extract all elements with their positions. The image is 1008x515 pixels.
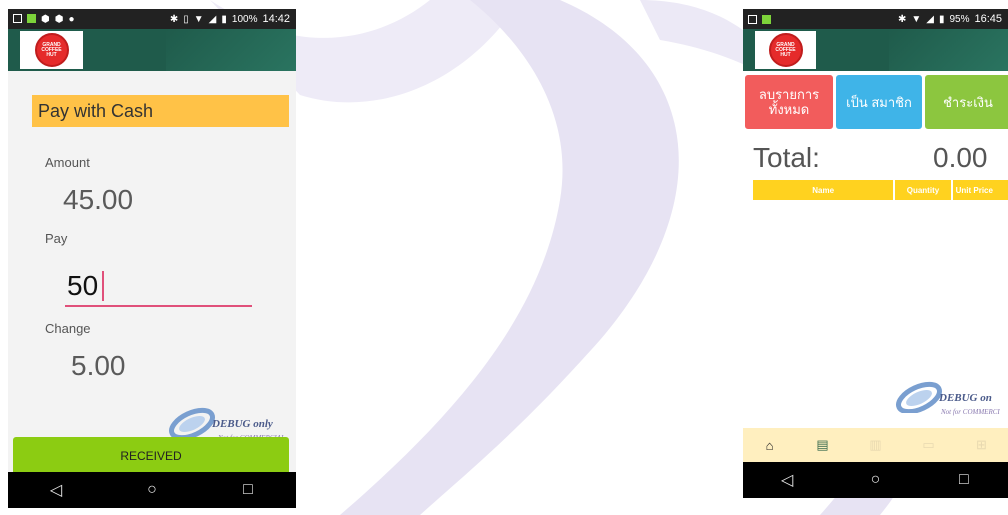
pay-input[interactable] [65,267,252,307]
status-time: 14:42 [262,13,290,25]
column-unit-price: Unit Price [952,180,1008,200]
back-icon[interactable]: ◁ [36,480,76,500]
change-label: Change [45,321,91,336]
wifi-icon: ▼ [911,13,922,25]
coffee-logo-icon: GRAND COFFEE HUT [34,33,69,67]
bluetooth-icon: ✱ [169,13,179,25]
vibrate-icon: ▯ [183,13,189,25]
shield-icon: ⬢ [41,13,50,25]
recents-icon[interactable]: □ [944,471,984,489]
status-bar: ⬢ ⬢ ● ✱ ▯ ▼ ◢ ▮ 100% 14:42 [8,9,296,29]
reports-tab-icon[interactable]: ▥ [859,437,893,453]
debug-watermark: DEBUG on Not for COMMERCI [895,381,1000,418]
recents-icon[interactable]: □ [228,481,268,499]
column-name: Name [753,180,894,200]
status-time: 16:45 [974,13,1002,25]
bottom-tab-bar: ⌂ ▤ ▥ ▭ ⊞ [743,428,1008,462]
pay-label: Pay [45,231,68,246]
location-icon: ● [68,13,75,25]
wifi-icon: ▼ [193,13,204,25]
coffee-logo-icon: GRAND COFFEE HUT [768,33,803,67]
text-caret [102,271,104,301]
amount-value: 45.00 [63,184,134,215]
signal-icon: ◢ [926,13,934,25]
app-notification-icon [762,14,771,24]
android-nav-bar: ◁ ○ □ [743,462,1008,498]
column-quantity: Quantity [895,180,951,200]
battery-icon: ▮ [221,13,227,25]
android-nav-bar: ◁ ○ □ [8,472,296,508]
total-value: 0.00 [933,142,988,173]
signal-icon: ◢ [208,13,217,25]
debug-label: DEBUG on [939,392,992,404]
received-button[interactable]: RECEIVED [13,437,289,475]
status-bar: ✱ ▼ ◢ ▮ 95% 16:45 [743,9,1008,29]
back-icon[interactable]: ◁ [767,470,807,490]
amount-label: Amount [45,155,90,170]
app-logo[interactable]: GRAND COFFEE HUT [20,31,83,69]
debug-swirl-icon [896,381,942,415]
total-label: Total: [753,142,820,173]
action-button-row: ลบรายการ ทั้งหมด เป็น สมาชิก ชำระเงิน [745,75,1008,129]
order-table-header: Name Quantity Unit Price [753,180,1008,200]
debug-swirl-icon [169,407,215,441]
change-value: 5.00 [71,350,126,381]
home-icon[interactable]: ○ [855,471,895,489]
home-tab-icon[interactable]: ⌂ [753,438,787,453]
pay-button[interactable]: ชำระเงิน [925,75,1008,129]
pos-tab-icon[interactable]: ▭ [912,437,946,453]
phone-pay-with-cash: ⬢ ⬢ ● ✱ ▯ ▼ ◢ ▮ 100% 14:42 GRAND COFFEE HU… [8,9,296,508]
bluetooth-icon: ✱ [897,13,907,25]
phone-order-screen: ✱ ▼ ◢ ▮ 95% 16:45 GRAND COFFEE HUT ลบรายกา… [743,9,1008,498]
orders-tab-icon[interactable]: ▤ [806,437,840,453]
app-bar: GRAND COFFEE HUT [743,29,1008,71]
battery-percent: 100% [231,13,258,25]
battery-percent: 95% [949,13,970,25]
debug-sublabel: Not for COMMERCI [941,408,1000,416]
clear-all-button[interactable]: ลบรายการ ทั้งหมด [745,75,833,129]
screenshot-icon [13,13,22,23]
app-notification-icon [27,13,36,23]
shield-icon: ⬢ [54,13,64,25]
add-tab-icon[interactable]: ⊞ [965,437,999,453]
app-bar: GRAND COFFEE HUT [8,29,296,71]
member-button[interactable]: เป็น สมาชิก [836,75,922,129]
pay-with-cash-title: Pay with Cash [32,95,289,127]
app-logo[interactable]: GRAND COFFEE HUT [755,31,816,69]
screenshot-icon [748,14,757,24]
debug-label: DEBUG only [212,418,273,430]
home-icon[interactable]: ○ [132,481,172,499]
battery-icon: ▮ [938,13,945,25]
